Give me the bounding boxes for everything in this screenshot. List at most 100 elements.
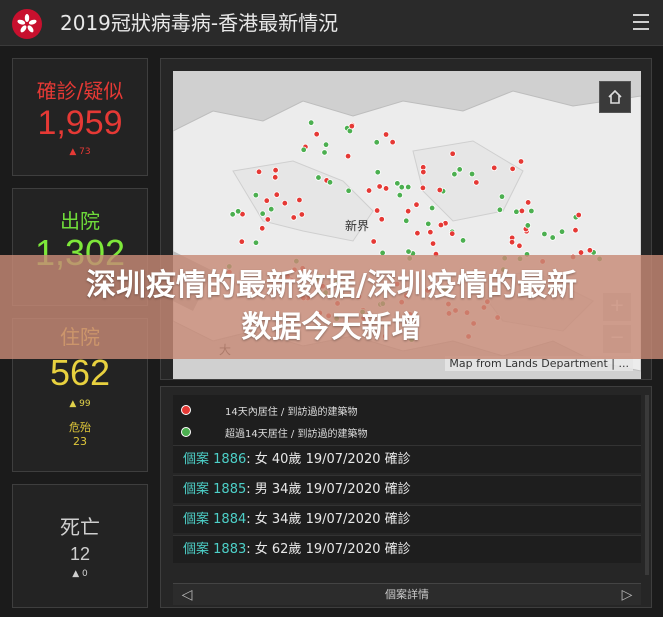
case-location-marker[interactable] [307,119,315,126]
case-row[interactable]: 個案 1885: 男 34歲 19/07/2020 確診 [173,475,641,503]
case-location-marker[interactable] [428,204,436,212]
case-location-marker[interactable] [300,146,307,153]
case-location-marker[interactable] [396,191,404,199]
deaths-label: 死亡 [60,515,100,539]
case-location-marker[interactable] [365,187,373,194]
case-location-marker[interactable] [376,183,383,190]
case-location-marker[interactable] [518,207,526,215]
case-location-marker[interactable] [281,200,289,207]
case-location-marker[interactable] [273,191,280,198]
case-location-marker[interactable] [414,229,421,237]
case-detail-footer: 個案詳情 ◁ ▷ [173,583,641,605]
case-location-marker[interactable] [459,237,467,244]
case-location-marker[interactable] [509,165,516,173]
case-location-marker[interactable] [344,152,352,160]
critical-value: 23 [73,435,87,448]
case-location-marker[interactable] [264,216,272,223]
case-location-marker[interactable] [572,226,579,234]
case-location-marker[interactable] [405,248,412,255]
case-location-marker[interactable] [382,185,390,192]
prev-arrow-icon[interactable]: ◁ [177,584,197,606]
case-location-marker[interactable] [263,197,270,204]
case-location-marker[interactable] [513,208,520,215]
case-location-marker[interactable] [389,138,396,146]
case-location-marker[interactable] [403,217,410,225]
case-location-marker[interactable] [449,230,456,237]
case-location-marker[interactable] [491,164,498,172]
case-location-marker[interactable] [451,170,458,178]
case-location-marker[interactable] [404,207,412,215]
case-location-marker[interactable] [498,193,506,200]
case-location-marker[interactable] [524,222,532,229]
case-location-marker[interactable] [255,168,263,176]
case-location-marker[interactable] [449,150,456,157]
case-location-marker[interactable] [296,196,303,204]
case-location-marker[interactable] [586,247,594,254]
case-location-marker[interactable] [373,207,381,214]
case-location-marker[interactable] [405,183,412,191]
page-title: 2019冠狀病毒病-香港最新情況 [60,11,339,35]
case-location-marker[interactable] [382,131,390,138]
case-detail-label: 個案詳情 [385,588,429,601]
confirmed-value: 1,959 [37,104,123,142]
case-row[interactable]: 個案 1886: 女 40歲 19/07/2020 確診 [173,445,641,473]
case-location-marker[interactable] [413,201,420,208]
case-location-marker[interactable] [259,210,266,217]
case-location-marker[interactable] [378,216,385,223]
case-location-marker[interactable] [322,141,330,148]
case-location-marker[interactable] [373,139,380,146]
case-location-marker[interactable] [252,239,260,246]
case-location-marker[interactable] [238,238,246,245]
case-location-marker[interactable] [558,228,566,235]
case-location-marker[interactable] [437,221,445,229]
case-location-marker[interactable] [290,214,297,221]
case-location-marker[interactable] [374,169,381,176]
case-id-label: 個案 [183,542,210,557]
map-legend: 14天內居住 / 到訪過的建築物 超過14天居住 / 到訪過的建築物 [173,395,641,447]
next-arrow-icon[interactable]: ▷ [617,584,637,606]
case-location-marker[interactable] [524,199,532,206]
case-location-marker[interactable] [436,186,443,194]
case-location-marker[interactable] [429,240,437,247]
case-location-marker[interactable] [516,242,523,249]
confirmed-delta: ▲ 73 [69,147,91,157]
case-location-marker[interactable] [541,230,548,238]
case-location-marker[interactable] [549,234,556,241]
case-location-marker[interactable] [345,187,352,194]
case-location-marker[interactable] [419,184,427,192]
case-location-marker[interactable] [427,228,434,236]
case-location-marker[interactable] [252,191,260,199]
case-location-marker[interactable] [229,211,236,218]
case-location-marker[interactable] [508,238,516,246]
case-location-marker[interactable] [315,174,322,181]
case-row[interactable]: 個案 1884: 女 34歲 19/07/2020 確診 [173,505,641,533]
case-location-marker[interactable] [473,179,480,186]
hamburger-menu-icon[interactable] [633,14,649,30]
home-button[interactable] [599,81,631,113]
case-location-marker[interactable] [326,179,334,186]
case-location-marker[interactable] [425,220,432,228]
case-location-marker[interactable] [348,122,356,130]
case-location-marker[interactable] [268,206,275,213]
case-location-marker[interactable] [259,225,266,232]
case-location-marker[interactable] [234,208,242,215]
case-location-marker[interactable] [528,207,535,215]
case-location-marker[interactable] [272,174,279,181]
case-location-marker[interactable] [496,206,504,214]
header-bar: 2019冠狀病毒病-香港最新情況 [0,0,663,46]
case-location-marker[interactable] [321,149,328,156]
case-location-marker[interactable] [272,166,279,174]
case-location-marker[interactable] [517,158,525,165]
case-location-marker[interactable] [370,238,377,245]
case-detail: : 女 34歲 19/07/2020 確診 [246,512,411,527]
case-location-marker[interactable] [394,180,401,187]
case-location-marker[interactable] [298,211,306,218]
case-location-marker[interactable] [313,130,320,138]
legend-recent-label: 14天內居住 / 到訪過的建築物 [225,406,358,418]
case-location-marker[interactable] [420,168,427,176]
case-list-scrollbar[interactable] [645,395,649,575]
case-location-marker[interactable] [575,211,582,219]
case-row[interactable]: 個案 1883: 女 62歲 19/07/2020 確診 [173,535,641,563]
case-location-marker[interactable] [468,170,476,178]
case-location-marker[interactable] [456,166,463,173]
